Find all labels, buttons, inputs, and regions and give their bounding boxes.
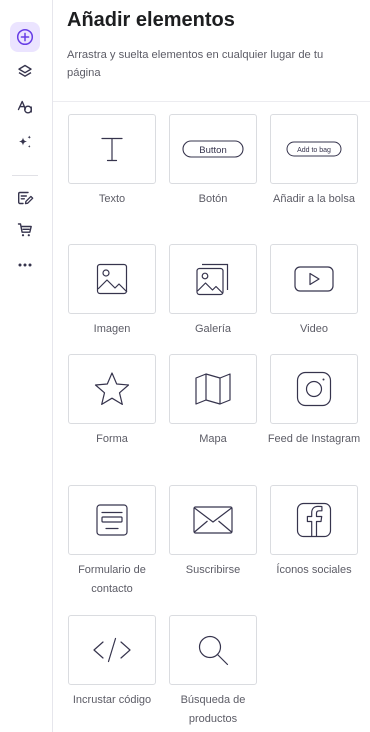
element-label-imagen: Imagen	[93, 323, 131, 335]
panel-subtitle: Arrastra y suelta elementos en cualquier…	[67, 49, 324, 79]
sparkles-icon	[16, 133, 34, 151]
element-label-incrustar-codigo: Incrustar código	[72, 694, 152, 706]
rail-divider	[12, 175, 38, 176]
element-tile-galeria[interactable]	[169, 244, 257, 314]
ai-tools-rail-button[interactable]	[10, 127, 40, 157]
code-icon	[91, 635, 133, 665]
element-tile-imagen[interactable]	[68, 244, 156, 314]
element-tile-iconos-sociales[interactable]	[270, 485, 358, 555]
layers-icon	[16, 63, 34, 81]
element-label-video: Video	[300, 323, 328, 335]
element-label-forma: Forma	[96, 433, 128, 445]
element-label-anadir-a-la-bolsa: Añadir a la bolsa	[273, 193, 355, 205]
facebook-icon	[295, 501, 333, 539]
element-tile-busqueda-de-productos[interactable]	[169, 615, 257, 685]
add-elements-rail-button[interactable]	[10, 22, 40, 52]
element-tile-suscribirse[interactable]	[169, 485, 257, 555]
element-tile-formulario-de-contacto[interactable]	[68, 485, 156, 555]
element-label-busqueda-de-productos: Búsqueda de productos	[180, 694, 246, 725]
add-to-bag-preview-text: Add to bag	[297, 147, 331, 154]
store-rail-button[interactable]	[10, 215, 40, 245]
blog-edit-icon	[16, 189, 34, 207]
styles-icon	[16, 98, 34, 116]
element-tile-forma[interactable]	[68, 354, 156, 424]
image-icon	[95, 262, 129, 296]
element-tile-boton[interactable]: Button	[169, 114, 257, 184]
element-tile-texto[interactable]	[68, 114, 156, 184]
button-preview-text: Button	[199, 145, 226, 156]
button-icon: Button	[182, 139, 244, 159]
gallery-icon	[194, 260, 232, 298]
element-tile-anadir-a-la-bolsa[interactable]: Add to bag	[270, 114, 358, 184]
element-label-mapa: Mapa	[199, 433, 227, 445]
element-label-galeria: Galería	[194, 323, 232, 335]
add-to-bag-icon: Add to bag	[285, 140, 343, 158]
text-icon	[95, 132, 129, 166]
plus-circle-icon	[16, 28, 34, 46]
element-tile-incrustar-codigo[interactable]	[68, 615, 156, 685]
envelope-icon	[192, 505, 234, 535]
contact-form-icon	[94, 502, 130, 538]
element-label-texto: Texto	[98, 193, 126, 205]
search-icon	[195, 632, 231, 668]
more-icon	[16, 256, 34, 274]
element-tile-video[interactable]	[270, 244, 358, 314]
more-rail-button[interactable]	[10, 250, 40, 280]
layers-rail-button[interactable]	[10, 57, 40, 87]
instagram-icon	[295, 370, 333, 408]
element-label-boton: Botón	[198, 193, 228, 205]
element-label-formulario-de-contacto: Formulario de contacto	[78, 564, 146, 595]
element-label-suscribirse: Suscribirse	[185, 564, 241, 576]
blog-rail-button[interactable]	[10, 183, 40, 213]
header-divider	[53, 101, 370, 102]
panel-title: Añadir elementos	[67, 9, 235, 31]
element-label-feed-de-instagram: Feed de Instagram	[267, 433, 361, 445]
star-shape-icon	[92, 370, 132, 408]
add-elements-panel: Añadir elementos Arrastra y suelta eleme…	[53, 0, 370, 732]
element-tile-mapa[interactable]	[169, 354, 257, 424]
side-rail	[0, 0, 53, 732]
element-label-iconos-sociales: Íconos sociales	[276, 564, 352, 576]
element-tile-feed-de-instagram[interactable]	[270, 354, 358, 424]
video-icon	[293, 265, 335, 293]
styles-rail-button[interactable]	[10, 92, 40, 122]
map-icon	[193, 371, 233, 407]
cart-icon	[16, 221, 34, 239]
